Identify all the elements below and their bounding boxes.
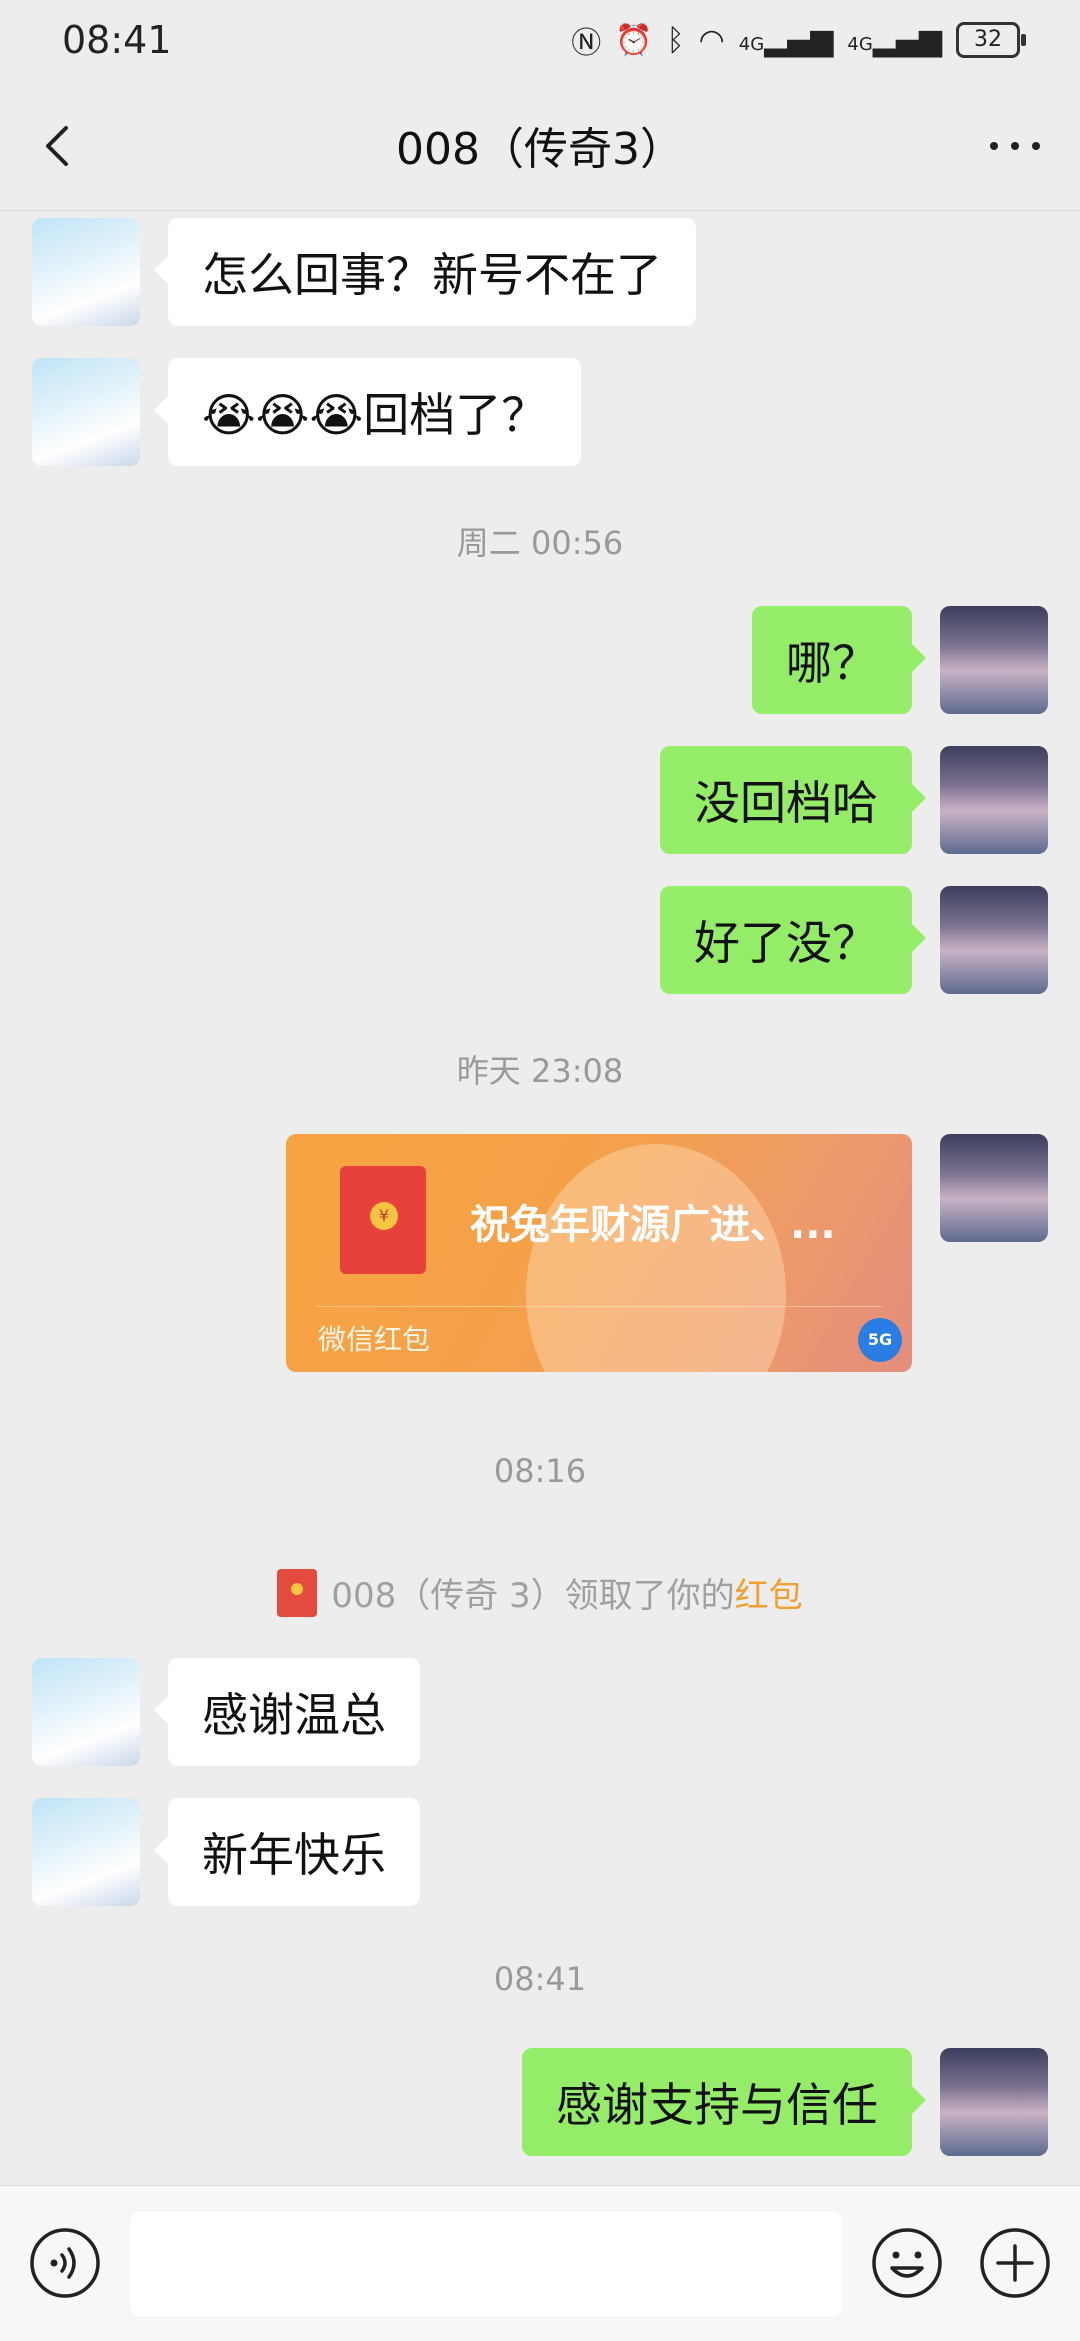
chat-messages[interactable]: 怎么回事？新号不在了 😭😭😭回档了？ 周二 00:56 哪？ 没回档哈 好了没？… (0, 210, 1080, 2185)
input-bar (0, 2185, 1080, 2341)
plus-icon[interactable] (978, 2226, 1052, 2300)
message-bubble[interactable]: 怎么回事？新号不在了 (154, 218, 696, 326)
nfc-icon: Ⓝ (571, 26, 602, 61)
my-avatar[interactable] (940, 2048, 1048, 2156)
system-message-text: 008（传奇 3）领取了你的 (331, 1576, 735, 1616)
chat-header: 008（传奇3） (0, 80, 1080, 211)
signal-icon-1: 4G▂▄▆ (738, 22, 834, 58)
timestamp: 昨天 23:08 (456, 1052, 624, 1090)
red-envelope-icon (277, 1568, 318, 1617)
friend-avatar[interactable] (32, 218, 140, 326)
red-envelope-icon: ¥ (340, 1166, 426, 1274)
message-bubble[interactable]: 哪？ (752, 606, 926, 714)
system-message: 008（传奇 3）领取了你的红包 (0, 1568, 1080, 1617)
red-packet-greeting: 祝兔年财源广进、... (470, 1202, 836, 1248)
emoji-icon[interactable] (870, 2226, 944, 2300)
friend-avatar[interactable] (32, 358, 140, 466)
red-packet-label: 微信红包 (318, 1323, 431, 1356)
divider (316, 1306, 882, 1307)
message-bubble[interactable]: 感谢支持与信任 (522, 2048, 926, 2156)
chat-title: 008（传奇3） (396, 124, 684, 175)
friend-avatar[interactable] (32, 1798, 140, 1906)
coin-icon: ¥ (370, 1202, 398, 1230)
message-bubble[interactable]: 好了没？ (660, 886, 926, 994)
alarm-icon: ⏰ (615, 22, 653, 58)
red-packet-card[interactable]: ¥ 祝兔年财源广进、... 微信红包 5G (286, 1134, 912, 1372)
my-avatar[interactable] (940, 886, 1048, 994)
my-avatar[interactable] (940, 746, 1048, 854)
wifi-icon: ◠ (698, 22, 725, 58)
bluetooth-icon: ᛒ (666, 22, 685, 58)
message-bubble[interactable]: 😭😭😭回档了？ (153, 358, 582, 466)
status-bar: 08:41 Ⓝ ⏰ ᛒ ◠ 4G▂▄▆ 4G▂▄▆ 32 (0, 0, 1080, 80)
message-bubble[interactable]: 新年快乐 (154, 1798, 420, 1906)
message-bubble[interactable]: 感谢温总 (154, 1658, 420, 1766)
timestamp: 周二 00:56 (456, 524, 624, 562)
status-time: 08:41 (62, 18, 172, 62)
back-icon[interactable] (30, 116, 90, 176)
message-input[interactable] (130, 2212, 842, 2316)
my-avatar[interactable] (940, 606, 1048, 714)
rabbit-illustration (526, 1144, 786, 1372)
signal-icon-2: 4G▂▄▆ (847, 22, 942, 58)
message-bubble[interactable]: 没回档哈 (660, 746, 926, 854)
timestamp: 08:41 (493, 1960, 587, 1998)
timestamp: 08:16 (493, 1452, 587, 1490)
friend-avatar[interactable] (32, 1658, 140, 1766)
voice-icon[interactable] (28, 2226, 102, 2300)
red-packet-link[interactable]: 红包 (735, 1576, 803, 1616)
5g-badge-icon: 5G (858, 1318, 902, 1362)
status-icons: Ⓝ ⏰ ᛒ ◠ 4G▂▄▆ 4G▂▄▆ 32 (571, 18, 1026, 62)
battery-icon: 32 (956, 22, 1026, 58)
more-icon[interactable] (980, 116, 1050, 176)
my-avatar[interactable] (940, 1134, 1048, 1242)
